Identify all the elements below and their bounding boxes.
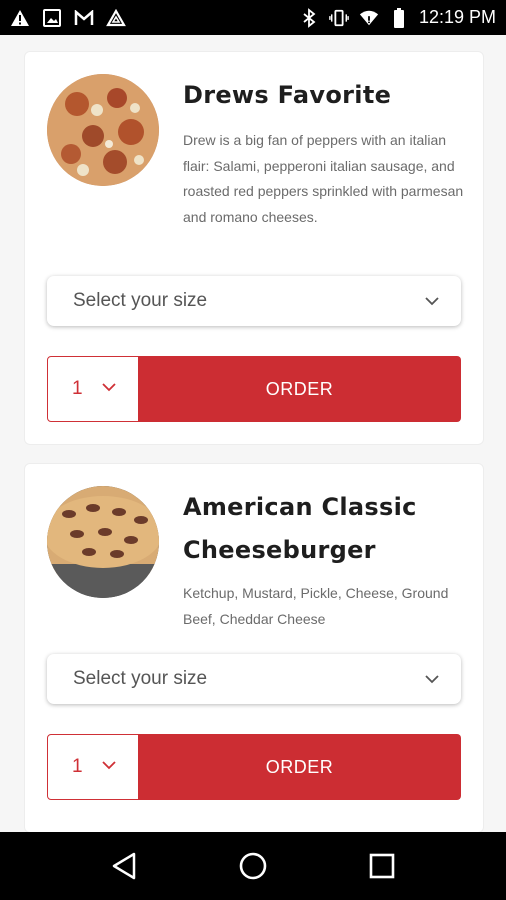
bluetooth-icon — [299, 7, 319, 28]
quantity-select[interactable]: 1 — [47, 356, 139, 422]
order-button[interactable]: ORDER — [138, 356, 461, 422]
gmail-icon — [74, 8, 94, 28]
back-icon[interactable] — [102, 844, 146, 888]
chevron-down-icon — [101, 379, 117, 399]
warning-icon — [10, 8, 30, 28]
vibrate-icon — [329, 8, 349, 28]
chevron-down-icon — [423, 292, 441, 310]
recents-icon[interactable] — [360, 844, 404, 888]
product-list[interactable]: Drews Favorite Drew is a big fan of pepp… — [0, 35, 506, 832]
size-select[interactable]: Select your size — [47, 276, 461, 326]
product-image — [47, 74, 159, 186]
navigation-bar — [0, 832, 506, 900]
chevron-down-icon — [101, 757, 117, 777]
product-title: Drews Favorite — [183, 81, 392, 109]
product-card: Drews Favorite Drew is a big fan of pepp… — [24, 51, 484, 445]
size-select-placeholder: Select your size — [73, 290, 208, 311]
product-description: Ketchup, Mustard, Pickle, Cheese, Ground… — [183, 585, 449, 627]
image-icon — [42, 8, 62, 28]
product-title: American Classic Cheeseburger — [183, 493, 417, 564]
home-icon[interactable] — [231, 844, 275, 888]
size-select[interactable]: Select your size — [47, 654, 461, 704]
battery-icon — [389, 7, 409, 28]
status-time: 12:19 PM — [418, 7, 496, 27]
arlo-icon — [106, 8, 126, 28]
wifi-icon — [359, 8, 379, 28]
product-image — [47, 486, 159, 598]
quantity-value: 1 — [72, 378, 83, 399]
quantity-value: 1 — [72, 756, 83, 777]
status-bar: 12:19 PM — [0, 0, 506, 35]
size-select-placeholder: Select your size — [73, 668, 208, 689]
chevron-down-icon — [423, 670, 441, 688]
order-button[interactable]: ORDER — [138, 734, 461, 800]
product-card: American Classic Cheeseburger Ketchup, M… — [24, 463, 484, 832]
product-description: Drew is a big fan of peppers with an ita… — [183, 132, 464, 225]
quantity-select[interactable]: 1 — [47, 734, 139, 800]
